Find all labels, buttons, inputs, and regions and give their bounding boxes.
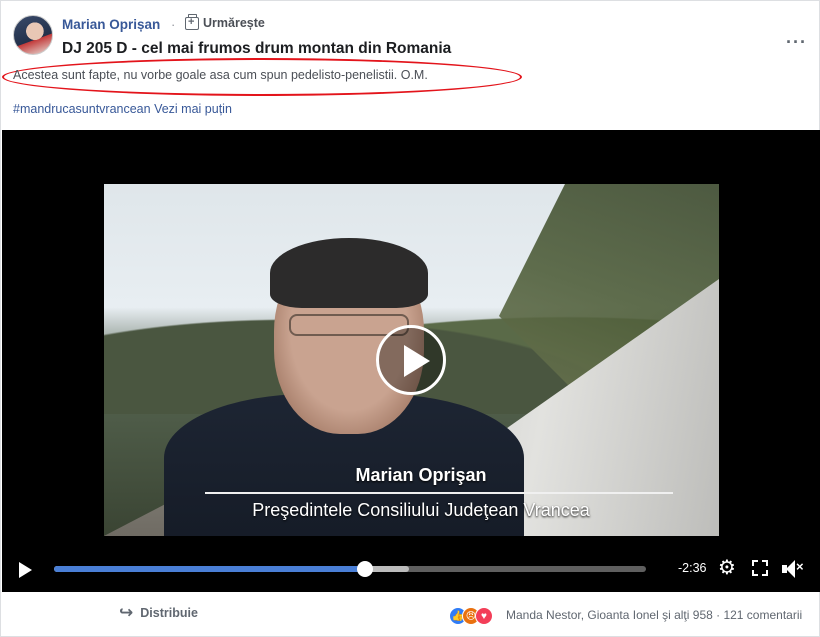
author-avatar[interactable] — [13, 15, 53, 55]
share-label: Distribuie — [140, 606, 198, 620]
video-controls: -2:36 ⚙ × — [2, 550, 820, 592]
share-icon: ↪ — [119, 603, 134, 622]
hashtag-link[interactable]: #mandrucasuntvrancean — [13, 102, 151, 116]
gear-icon[interactable]: ⚙ — [718, 558, 736, 578]
follow-button[interactable]: Urmărește — [185, 13, 265, 30]
video-title[interactable]: DJ 205 D - cel mai frumos drum montan di… — [62, 40, 451, 58]
speaker-hair — [270, 238, 428, 308]
seek-handle[interactable] — [356, 561, 373, 577]
follow-label: Urmărește — [203, 16, 265, 30]
expand-icon[interactable] — [752, 560, 768, 576]
follow-icon — [185, 13, 199, 30]
seek-bar[interactable] — [54, 561, 646, 577]
reactions-summary[interactable]: Manda Nestor, Gioanta Ionel şi alţi 958 … — [506, 608, 802, 622]
progress-bar — [54, 566, 365, 572]
caption-name: Marian Oprişan — [355, 465, 487, 485]
volume-muted-icon[interactable]: × — [782, 559, 804, 579]
big-play-icon[interactable] — [376, 325, 446, 395]
love-reaction-icon: ♥ — [475, 607, 493, 625]
see-less-link[interactable]: Vezi mai puțin — [154, 102, 232, 116]
video-player[interactable]: Marian Oprişan Preşedintele Consiliului … — [2, 130, 820, 592]
caption-divider — [205, 492, 673, 494]
author-name[interactable]: Marian Oprișan — [62, 17, 160, 32]
post-footer: ↪ Distribuie 👍 😠 ♥ Manda Nestor, Gioanta… — [1, 593, 819, 637]
play-icon[interactable] — [19, 562, 32, 578]
caption-role: Preşedintele Consiliului Judeţean Vrance… — [252, 500, 590, 520]
video-post: Marian Oprișan · Urmărește DJ 205 D - ce… — [0, 0, 820, 637]
post-description: Acestea sunt fapte, nu vorbe goale asa c… — [13, 68, 428, 82]
post-tags: #mandrucasuntvrancean Vezi mai puțin — [13, 102, 232, 116]
more-options-icon[interactable]: ··· — [786, 33, 807, 51]
share-button[interactable]: ↪ Distribuie — [119, 603, 198, 622]
reaction-icons[interactable]: 👍 😠 ♥ — [449, 607, 493, 625]
separator-dot: · — [171, 17, 176, 32]
time-remaining: -2:36 — [678, 561, 707, 575]
post-header: Marian Oprișan · Urmărește DJ 205 D - ce… — [13, 13, 807, 57]
